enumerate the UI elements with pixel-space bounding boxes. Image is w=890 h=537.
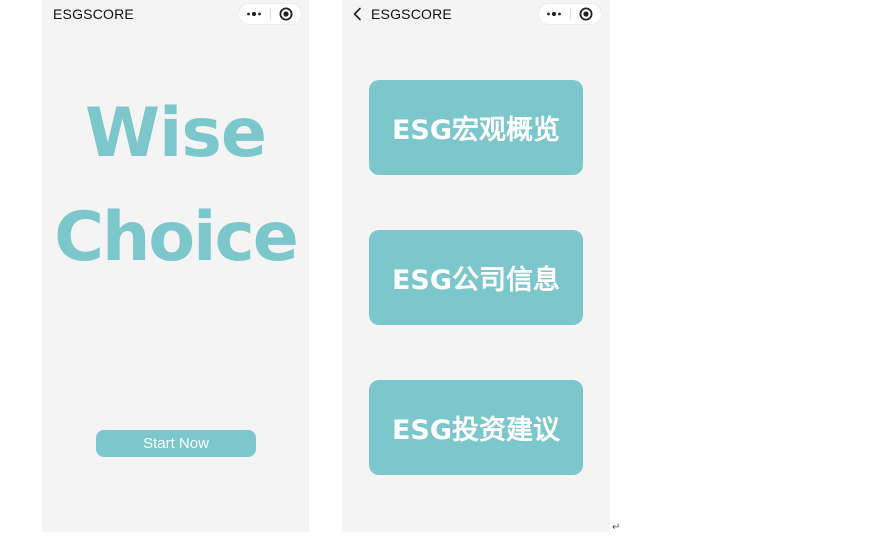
mini-program-capsule — [538, 3, 602, 25]
target-circle-icon — [579, 7, 593, 21]
menu-screen: ESGSCORE ESG宏观概览 ESG公司信息 ESG投资建议 — [342, 0, 610, 532]
more-button[interactable] — [239, 4, 270, 24]
mini-program-capsule — [238, 3, 302, 25]
start-now-button[interactable]: Start Now — [96, 430, 256, 457]
nav-title: ESGSCORE — [53, 6, 134, 22]
stage: ESGSCORE Wise Choice Start Now ESGSCORE … — [0, 0, 890, 537]
more-dots-icon — [547, 11, 562, 17]
paragraph-return-mark: ↵ — [612, 522, 621, 533]
hero-title-line-2: Choice — [54, 198, 299, 277]
close-button[interactable] — [571, 4, 602, 24]
target-circle-icon — [279, 7, 293, 21]
welcome-screen: ESGSCORE Wise Choice Start Now — [42, 0, 309, 532]
chevron-left-icon[interactable] — [350, 6, 366, 22]
more-button[interactable] — [539, 4, 570, 24]
esg-macro-overview-button[interactable]: ESG宏观概览 — [369, 80, 583, 175]
hero-title-line-1: Wise — [85, 94, 267, 173]
esg-company-info-button[interactable]: ESG公司信息 — [369, 230, 583, 325]
esg-investment-advice-button[interactable]: ESG投资建议 — [369, 380, 583, 475]
nav-title: ESGSCORE — [371, 6, 452, 22]
close-button[interactable] — [271, 4, 302, 24]
more-dots-icon — [247, 11, 262, 17]
